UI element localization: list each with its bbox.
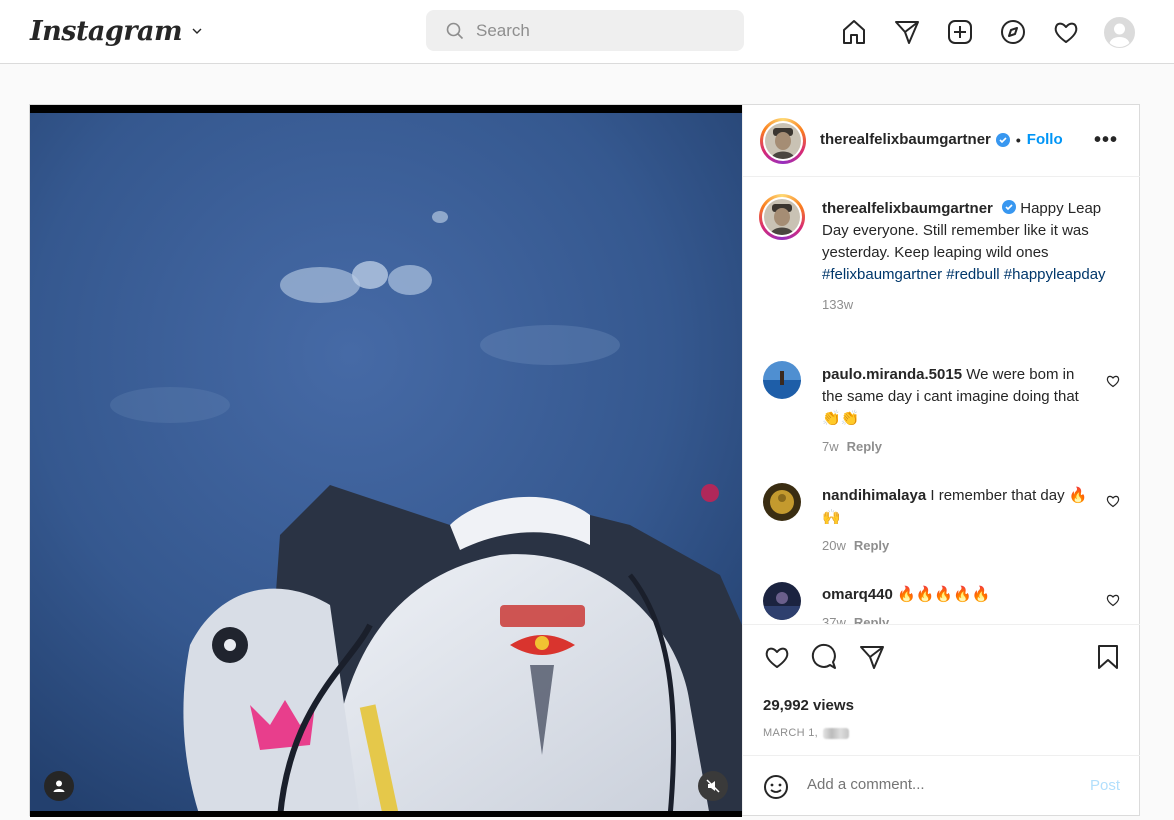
activity-heart-icon[interactable] [1048,14,1084,50]
blurred-year [823,727,850,739]
video-top-bar [30,105,742,113]
share-direct-icon[interactable] [858,643,886,671]
like-comment-heart-icon[interactable] [1106,593,1120,607]
add-comment-bar: Post [743,755,1140,815]
comment: omarq440 🔥🔥🔥🔥🔥 37w Reply [822,584,1092,624]
comment-time[interactable]: 20w [822,538,846,553]
hashtag-link[interactable]: #felixbaumgartner [822,266,942,283]
hashtag-link[interactable]: #happyleapday [1004,266,1106,283]
more-options-button[interactable]: ••• [1094,129,1118,152]
post-dialog: therealfelixbaumgartner • Follo ••• ther… [29,104,1140,817]
post-sidebar: therealfelixbaumgartner • Follo ••• ther… [742,105,1140,815]
view-count[interactable]: 29,992 views [763,697,854,714]
bookmark-icon[interactable] [1095,643,1121,671]
caption-username[interactable]: therealfelixbaumgartner [822,200,993,217]
comment: paulo.miranda.5015 We were bom in the sa… [822,364,1092,458]
comment-bubble-icon[interactable] [810,643,838,671]
reply-button[interactable]: Reply [847,439,882,454]
like-comment-heart-icon[interactable] [1106,494,1120,508]
hashtag-link[interactable]: #redbull [946,266,999,283]
chevron-down-icon [192,28,202,34]
search-box[interactable]: Search [426,10,744,51]
separator-dot: • [1015,131,1021,148]
comment: nandihimalaya I remember that day 🔥🙌 20w… [822,485,1092,557]
new-post-icon[interactable] [942,14,978,50]
post-date-text: MARCH 1, [763,727,818,739]
instagram-logo[interactable]: Instagram [30,12,204,50]
author-line: therealfelixbaumgartner • Follo [820,131,1063,148]
comment-meta: 20w Reply [822,535,1092,557]
user-icon [53,780,65,792]
profile-avatar[interactable] [1101,14,1137,50]
top-nav: Instagram Search [0,0,1174,64]
mute-button[interactable] [698,771,728,801]
muted-speaker-icon [706,779,720,793]
search-icon [446,22,464,39]
post-comment-button[interactable]: Post [1090,777,1120,794]
video-frame [30,105,742,817]
comment-text: 🔥🔥🔥🔥🔥 [897,586,991,603]
comment-username[interactable]: nandihimalaya [822,487,926,504]
post-actions: 29,992 views MARCH 1, [743,624,1140,755]
caption: therealfelixbaumgartner Happy Leap Day e… [822,198,1112,316]
home-icon[interactable] [836,14,872,50]
post-date[interactable]: MARCH 1, [763,727,850,739]
like-heart-icon[interactable] [763,643,791,671]
comments-list[interactable]: therealfelixbaumgartner Happy Leap Day e… [743,178,1140,624]
nav-icons [836,14,1137,50]
comment-meta: 37w Reply [822,612,1092,624]
video-bottom-bar [30,811,742,817]
comment-username[interactable]: omarq440 [822,586,893,603]
search-input[interactable]: Search [476,21,530,41]
like-comment-heart-icon[interactable] [1106,374,1120,388]
emoji-smiley-icon[interactable] [763,774,789,800]
comment-time[interactable]: 37w [822,615,846,624]
commenter-avatar[interactable] [763,361,801,399]
commenter-avatar[interactable] [763,483,801,521]
caption-time[interactable]: 133w [822,294,1112,316]
verified-badge-icon [1002,200,1017,214]
caption-avatar[interactable] [759,194,805,240]
follow-button[interactable]: Follo [1027,131,1063,148]
post-header: therealfelixbaumgartner • Follo ••• [743,105,1140,177]
reply-button[interactable]: Reply [854,538,889,553]
add-comment-input[interactable] [807,776,1057,793]
commenter-avatar[interactable] [763,582,801,620]
author-avatar[interactable] [760,118,806,164]
comment-username[interactable]: paulo.miranda.5015 [822,366,962,383]
post-video[interactable] [30,105,742,817]
comment-time[interactable]: 7w [822,439,839,454]
verified-badge-icon [995,132,1010,147]
explore-icon[interactable] [995,14,1031,50]
comment-meta: 7w Reply [822,436,1092,458]
direct-icon[interactable] [889,14,925,50]
logo-text: Instagram [30,15,183,47]
tagged-users-button[interactable] [44,771,74,801]
reply-button[interactable]: Reply [854,615,889,624]
author-username[interactable]: therealfelixbaumgartner [820,131,991,148]
